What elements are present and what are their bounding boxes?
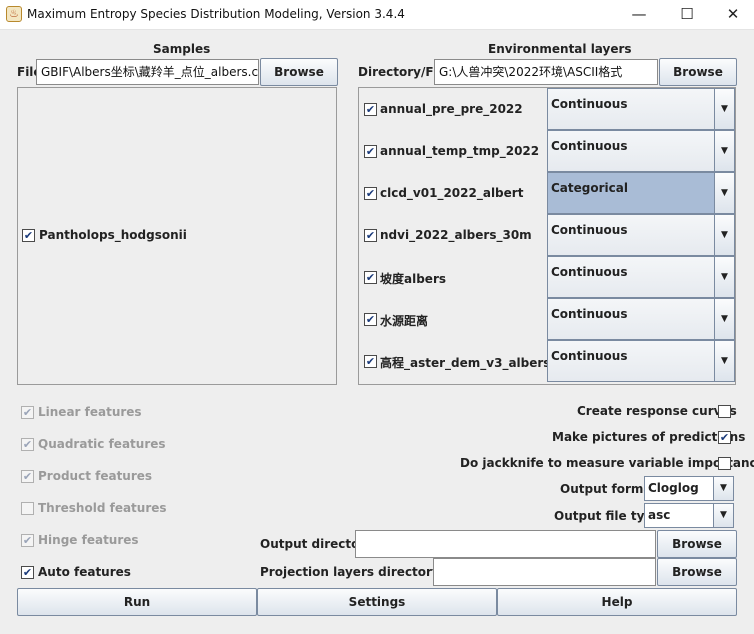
env-layer-checkbox[interactable]: ✔ [364, 355, 377, 368]
feature-label: Quadratic features [38, 437, 166, 451]
title-bar: ♨ Maximum Entropy Species Distribution M… [0, 0, 754, 30]
env-layer-type-select[interactable]: Continuous ▼ [547, 340, 735, 382]
env-browse-button[interactable]: Browse [659, 58, 737, 86]
minimize-button[interactable]: — [616, 0, 662, 30]
pictures-checkbox[interactable]: ✔ [718, 431, 731, 444]
jackknife-label: Do jackknife to measure variable importa… [460, 456, 754, 470]
chevron-down-icon: ▼ [714, 89, 734, 129]
env-dir-field[interactable]: G:\人兽冲突\2022环境\ASCII格式 [434, 59, 658, 85]
chevron-down-icon: ▼ [714, 299, 734, 339]
window-title: Maximum Entropy Species Distribution Mod… [27, 7, 405, 21]
samples-file-field[interactable]: GBIF\Albers坐标\藏羚羊_点位_albers.csv [36, 59, 259, 85]
env-layer-type-select[interactable]: Continuous ▼ [547, 214, 735, 256]
feature-checkbox: ✔ [21, 438, 34, 451]
env-layer-type-value: Continuous [551, 349, 628, 363]
chevron-down-icon: ▼ [713, 477, 733, 500]
chevron-down-icon: ▼ [714, 341, 734, 381]
env-layer-checkbox[interactable]: ✔ [364, 313, 377, 326]
feature-checkbox: ✔ [21, 470, 34, 483]
species-checkbox[interactable]: ✔ [22, 229, 35, 242]
env-layer-type-select[interactable]: Continuous ▼ [547, 88, 735, 130]
output-dir-browse-button[interactable]: Browse [657, 530, 737, 558]
samples-heading: Samples [153, 42, 211, 56]
response-curves-checkbox[interactable] [718, 405, 731, 418]
env-layer-name: 高程_aster_dem_v3_albers [380, 356, 551, 370]
projection-browse-button[interactable]: Browse [657, 558, 737, 586]
feature-checkbox: ✔ [21, 534, 34, 547]
env-layer-type-value: Continuous [551, 307, 628, 321]
env-layer-name: ndvi_2022_albers_30m [380, 228, 532, 242]
feature-checkbox [21, 502, 34, 515]
response-curves-label: Create response curves [577, 404, 737, 418]
env-layer-name: clcd_v01_2022_albert [380, 186, 524, 200]
close-button[interactable]: ✕ [710, 0, 754, 30]
output-format-label: Output format [560, 482, 658, 496]
feature-checkbox[interactable]: ✔ [21, 566, 34, 579]
output-format-value: Cloglog [648, 481, 699, 495]
samples-browse-button[interactable]: Browse [260, 58, 338, 86]
output-format-select[interactable]: Cloglog ▼ [644, 476, 734, 501]
env-layer-type-select[interactable]: Continuous ▼ [547, 256, 735, 298]
maximize-button[interactable]: ☐ [664, 0, 710, 30]
env-layer-type-select[interactable]: Continuous ▼ [547, 298, 735, 340]
env-layer-checkbox[interactable]: ✔ [364, 103, 377, 116]
feature-label: Linear features [38, 405, 142, 419]
output-dir-field[interactable] [355, 530, 656, 558]
env-layer-name: annual_pre_pre_2022 [380, 102, 523, 116]
env-layer-row: ✔ annual_pre_pre_2022 Continuous ▼ [359, 88, 735, 130]
env-layer-row: ✔ annual_temp_tmp_2022 Continuous ▼ [359, 130, 735, 172]
env-layer-type-value: Continuous [551, 223, 628, 237]
env-layer-type-value: Categorical [551, 181, 628, 195]
env-layer-type-select[interactable]: Continuous ▼ [547, 130, 735, 172]
settings-button[interactable]: Settings [257, 588, 497, 616]
feature-label: Auto features [38, 565, 131, 579]
env-layer-checkbox[interactable]: ✔ [364, 145, 377, 158]
output-filetype-select[interactable]: asc ▼ [644, 503, 734, 528]
env-layer-row: ✔ 坡度albers Continuous ▼ [359, 256, 735, 298]
chevron-down-icon: ▼ [714, 215, 734, 255]
env-layer-name: 水源距离 [380, 314, 429, 328]
env-heading: Environmental layers [488, 42, 632, 56]
pictures-label: Make pictures of predictions [552, 430, 746, 444]
help-button[interactable]: Help [497, 588, 737, 616]
env-layer-checkbox[interactable]: ✔ [364, 187, 377, 200]
env-layer-type-select[interactable]: Categorical ▼ [547, 172, 735, 214]
projection-field[interactable] [433, 558, 656, 586]
species-label: Pantholops_hodgsonii [39, 228, 187, 242]
feature-checkbox: ✔ [21, 406, 34, 419]
jackknife-checkbox[interactable] [718, 457, 731, 470]
feature-label: Hinge features [38, 533, 139, 547]
env-layer-type-value: Continuous [551, 139, 628, 153]
chevron-down-icon: ▼ [713, 504, 733, 527]
env-layer-checkbox[interactable]: ✔ [364, 229, 377, 242]
env-layer-row: ✔ 水源距离 Continuous ▼ [359, 298, 735, 340]
env-layer-name: 坡度albers [380, 272, 447, 286]
feature-label: Threshold features [38, 501, 167, 515]
run-button[interactable]: Run [17, 588, 257, 616]
java-cup-icon: ♨ [6, 6, 22, 22]
chevron-down-icon: ▼ [714, 131, 734, 171]
env-layer-type-value: Continuous [551, 265, 628, 279]
output-filetype-value: asc [648, 508, 671, 522]
env-layer-checkbox[interactable]: ✔ [364, 271, 377, 284]
chevron-down-icon: ▼ [714, 257, 734, 297]
chevron-down-icon: ▼ [714, 173, 734, 213]
env-layer-name: annual_temp_tmp_2022 [380, 144, 540, 158]
env-layer-row: ✔ ndvi_2022_albers_30m Continuous ▼ [359, 214, 735, 256]
env-layer-type-value: Continuous [551, 97, 628, 111]
env-layer-row: ✔ clcd_v01_2022_albert Categorical ▼ [359, 172, 735, 214]
env-layer-row: ✔ 高程_aster_dem_v3_albers Continuous ▼ [359, 340, 735, 382]
feature-label: Product features [38, 469, 153, 483]
